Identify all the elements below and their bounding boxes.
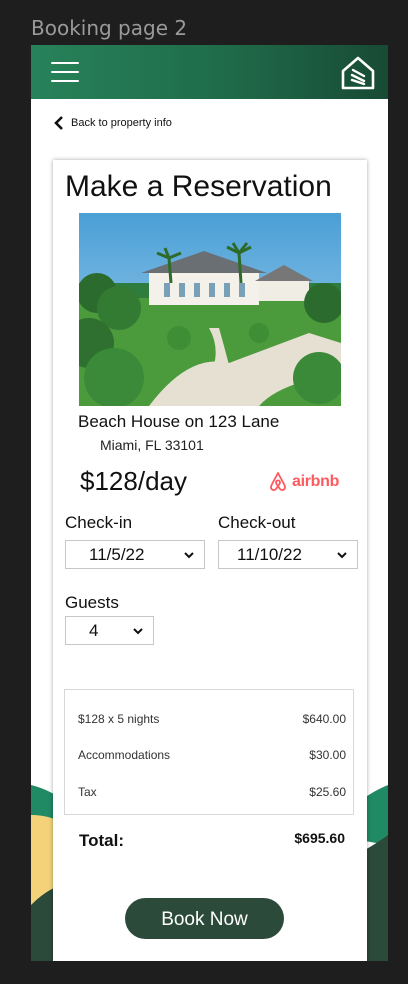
back-link[interactable]: Back to property info — [53, 116, 172, 130]
summary-row-label: Accommodations — [78, 748, 171, 762]
checkout-select[interactable]: 11/10/22 — [218, 540, 358, 569]
caret-down-icon — [184, 552, 194, 559]
back-link-label: Back to property info — [71, 117, 172, 129]
price-summary: $128 x 5 nights $640.00 Accommodations $… — [64, 689, 354, 815]
checkin-value: 11/5/22 — [89, 544, 145, 564]
caret-down-icon — [337, 552, 347, 559]
chevron-left-icon — [54, 116, 63, 130]
page-title: Make a Reservation — [65, 170, 332, 203]
nightly-price: $128/day — [80, 466, 187, 496]
summary-row-value: $30.00 — [309, 748, 346, 762]
guests-label: Guests — [65, 593, 119, 612]
summary-row-label: Tax — [78, 785, 97, 799]
property-name: Beach House on 123 Lane — [78, 412, 280, 431]
checkout-label: Check-out — [218, 513, 296, 532]
guests-select[interactable]: 4 — [65, 616, 154, 645]
book-now-button[interactable]: Book Now — [125, 898, 284, 939]
top-navbar — [31, 45, 388, 99]
property-photo — [79, 213, 341, 406]
checkin-select[interactable]: 11/5/22 — [65, 540, 205, 569]
property-location: Miami, FL 33101 — [100, 437, 204, 453]
home-logo-icon[interactable] — [339, 54, 377, 92]
frame-label: Booking page 2 — [31, 16, 188, 40]
caret-down-icon — [133, 628, 143, 635]
hamburger-menu-icon[interactable] — [51, 62, 79, 82]
airbnb-logo-icon — [270, 472, 286, 491]
summary-row-label: $128 x 5 nights — [78, 712, 160, 726]
summary-row-value: $640.00 — [302, 712, 346, 726]
airbnb-wordmark: airbnb — [292, 473, 340, 490]
reservation-card: Make a Reservation Beach House on 123 La… — [53, 160, 367, 961]
checkin-label: Check-in — [65, 513, 133, 532]
checkout-value: 11/10/22 — [237, 544, 302, 564]
summary-row: $128 x 5 nights $640.00 — [78, 712, 346, 726]
booking-screen: Back to property info Make a Reservation — [31, 45, 388, 961]
total-value: $695.60 — [294, 830, 345, 846]
summary-row: Accommodations $30.00 — [78, 748, 346, 762]
airbnb-logo: airbnb — [267, 471, 339, 493]
total-label: Total: — [79, 831, 125, 850]
guests-value: 4 — [89, 620, 99, 640]
summary-row-value: $25.60 — [309, 785, 346, 799]
summary-row: Tax $25.60 — [78, 785, 346, 799]
